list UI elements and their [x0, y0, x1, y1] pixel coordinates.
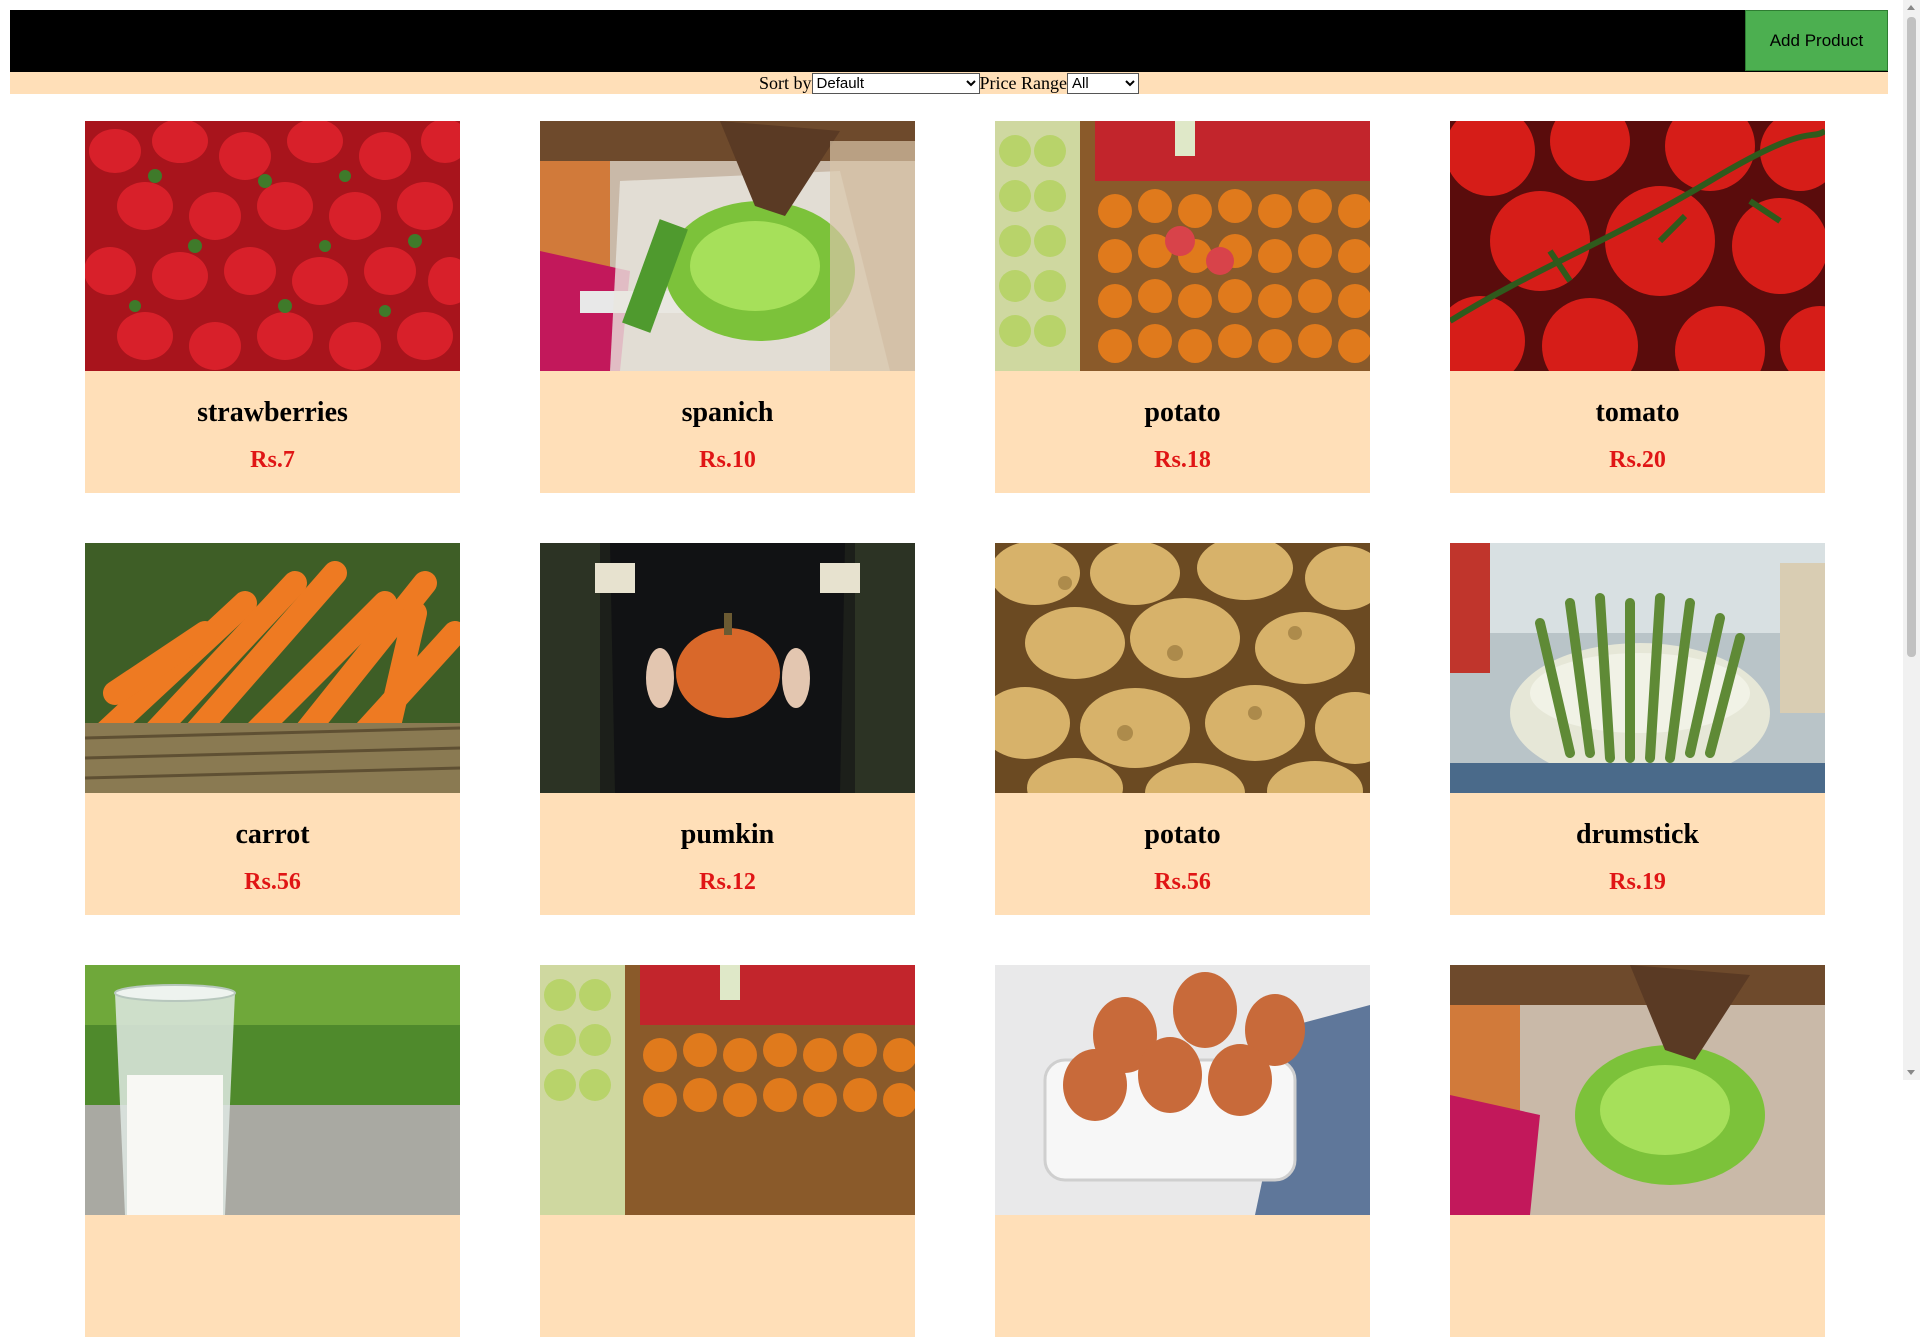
product-price	[1450, 1281, 1825, 1337]
product-name	[540, 1215, 915, 1281]
product-name: strawberries	[197, 397, 348, 428]
product-price: Rs.56	[244, 869, 301, 895]
price-range-label: Price Range	[979, 72, 1067, 93]
product-card[interactable]: strawberries Rs.7	[85, 121, 460, 493]
product-name: potato	[1144, 397, 1221, 428]
product-name	[1450, 1215, 1825, 1281]
scroll-up-arrow-icon[interactable]	[1907, 5, 1915, 10]
add-product-button[interactable]: Add Product	[1745, 10, 1888, 71]
product-name: spanich	[681, 397, 774, 428]
product-image	[540, 543, 915, 793]
page: Add Product Sort by Default Price Range …	[10, 10, 1888, 94]
product-name	[85, 1215, 460, 1281]
product-image	[540, 965, 915, 1215]
product-name: potato	[1144, 819, 1221, 850]
product-card[interactable]	[85, 965, 460, 1337]
product-name: carrot	[235, 819, 310, 850]
product-image	[85, 121, 460, 371]
product-price: Rs.56	[1154, 869, 1211, 895]
product-image	[85, 543, 460, 793]
product-card[interactable]: carrot Rs.56	[85, 543, 460, 915]
top-bar: Add Product	[10, 10, 1888, 72]
product-price: Rs.20	[1609, 447, 1666, 473]
vertical-scrollbar[interactable]	[1903, 0, 1920, 1080]
product-card[interactable]	[540, 965, 915, 1337]
product-image	[1450, 965, 1825, 1215]
product-price: Rs.7	[250, 447, 295, 473]
product-card[interactable]: pumkin Rs.12	[540, 543, 915, 915]
product-image	[1450, 121, 1825, 371]
product-price: Rs.19	[1609, 869, 1666, 895]
product-card[interactable]: drumstick Rs.19	[1450, 543, 1825, 915]
product-card[interactable]: potato Rs.56	[995, 543, 1370, 915]
product-price	[995, 1281, 1370, 1337]
product-price	[540, 1281, 915, 1337]
product-image	[85, 965, 460, 1215]
product-price: Rs.10	[699, 447, 756, 473]
product-image	[540, 121, 915, 371]
price-range-select[interactable]: All	[1066, 72, 1139, 94]
product-name	[995, 1215, 1370, 1281]
product-card[interactable]	[1450, 965, 1825, 1337]
product-name: tomato	[1595, 397, 1680, 428]
product-image	[995, 965, 1370, 1215]
product-card[interactable]	[995, 965, 1370, 1337]
product-image	[995, 121, 1370, 371]
scroll-down-arrow-icon[interactable]	[1907, 1070, 1915, 1075]
product-price	[85, 1281, 460, 1337]
product-name: pumkin	[680, 819, 775, 850]
product-grid: strawberries Rs.7 spanich Rs.10 potato R…	[85, 121, 1825, 1337]
product-card[interactable]: tomato Rs.20	[1450, 121, 1825, 493]
product-image	[1450, 543, 1825, 793]
sort-select[interactable]: Default	[811, 72, 980, 94]
product-image	[995, 543, 1370, 793]
product-card[interactable]: potato Rs.18	[995, 121, 1370, 493]
product-price: Rs.12	[699, 869, 756, 895]
filter-bar: Sort by Default Price Range All	[10, 72, 1888, 94]
sort-label: Sort by	[759, 72, 812, 93]
product-price: Rs.18	[1154, 447, 1211, 473]
product-name: drumstick	[1576, 819, 1699, 850]
product-card[interactable]: spanich Rs.10	[540, 121, 915, 493]
scrollbar-thumb[interactable]	[1907, 17, 1916, 657]
